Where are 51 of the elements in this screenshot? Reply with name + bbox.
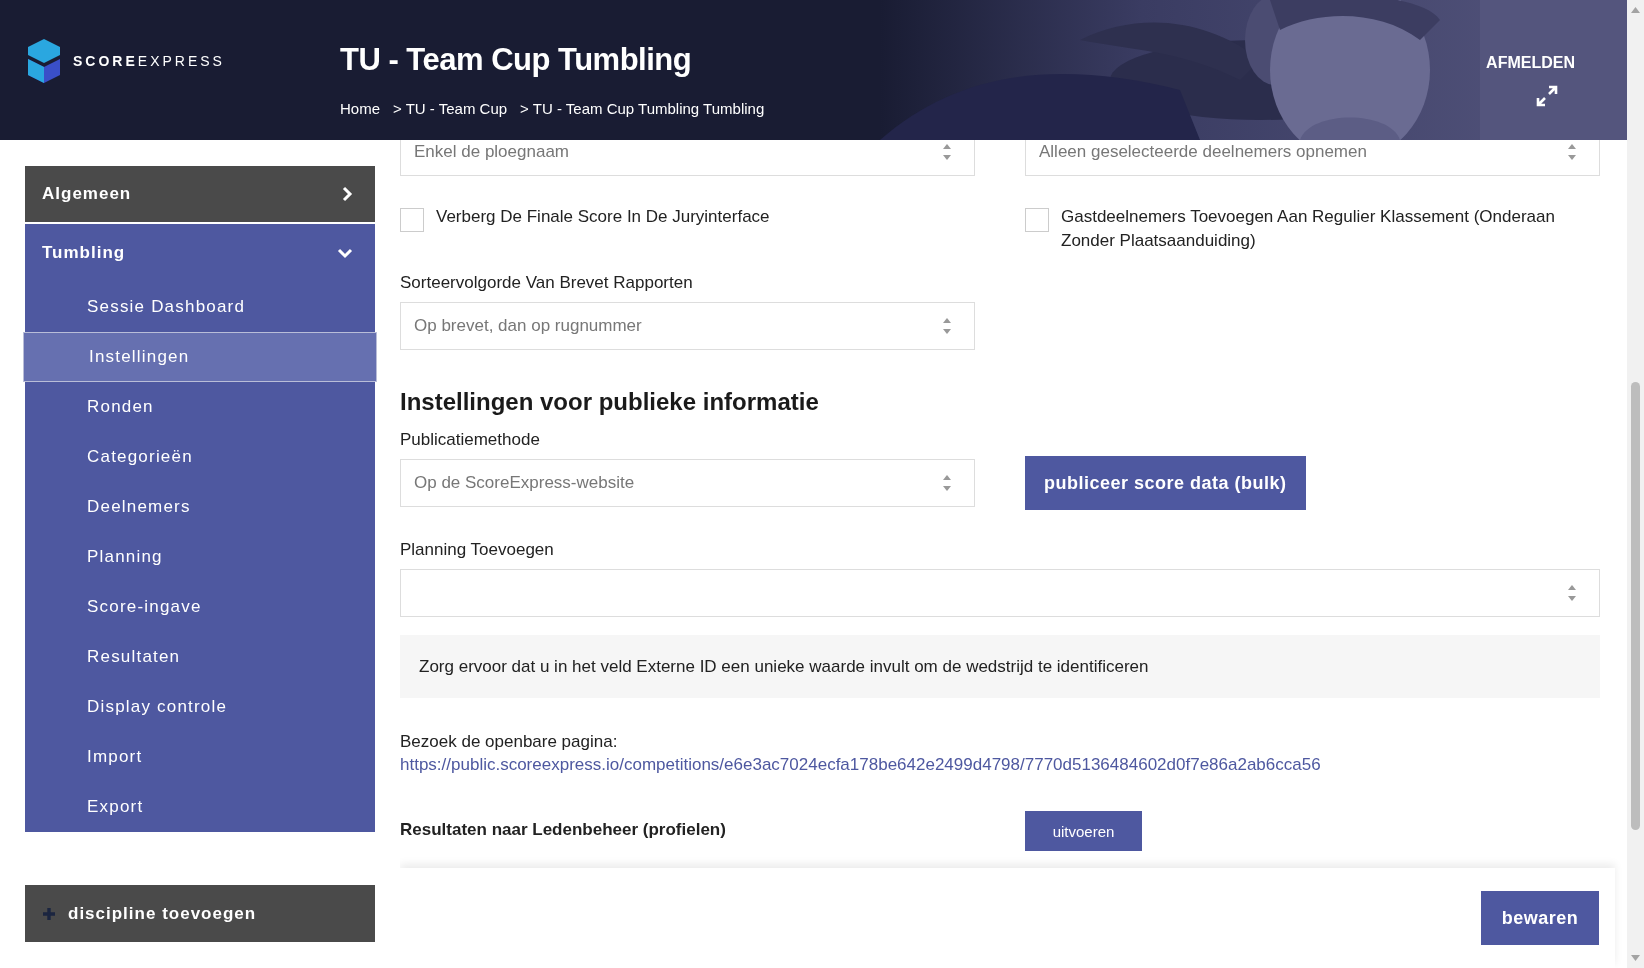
run-button[interactable]: uitvoeren	[1025, 811, 1142, 851]
page-title: TU - Team Cup Tumbling	[340, 42, 693, 78]
info-notice: Zorg ervoor dat u in het veld Externe ID een unieke waarde invult om de wedstrijd te identificeren	[400, 635, 1600, 698]
sidebar-item[interactable]: Deelnemers	[25, 482, 375, 532]
sidebar-item[interactable]: Categorieën	[25, 432, 375, 482]
checkbox[interactable]	[1025, 208, 1049, 232]
checkbox-label: Verberg De Finale Score In De Juryinterface	[436, 206, 770, 228]
expand-icon[interactable]	[1535, 84, 1559, 108]
section-heading: Instellingen voor publieke informatie	[400, 388, 820, 416]
sidebar-section[interactable]: Algemeen	[25, 166, 375, 224]
breadcrumb-link[interactable]: Home	[340, 100, 380, 117]
public-page-link[interactable]: https://public.scoreexpress.io/competitions/e6e3ac7024ecfa178be642e2499d4798/7770d5136484602d0f7e86a2ab6cca56	[400, 755, 1600, 775]
scroll-up-icon[interactable]	[1630, 6, 1641, 14]
sort-arrows-icon	[1567, 143, 1577, 161]
sort-arrows-icon	[942, 474, 952, 492]
action-label: Resultaten naar Ledenbeheer (profielen)	[400, 820, 727, 840]
sort-arrows-icon	[942, 143, 952, 161]
sidebar-section[interactable]: Tumbling	[25, 224, 375, 282]
sidebar-item[interactable]: Instellingen	[23, 332, 377, 382]
select-field[interactable]: Op de ScoreExpress-website	[400, 459, 975, 507]
checkbox[interactable]	[400, 208, 424, 232]
add-discipline-button[interactable]: discipline toevoegen	[25, 885, 375, 942]
logout-link[interactable]: AFMELDEN	[1486, 54, 1575, 72]
save-button[interactable]: bewaren	[1481, 891, 1599, 945]
publish-button[interactable]: publiceer score data (bulk)	[1025, 456, 1306, 510]
logo-icon	[25, 37, 63, 85]
field-label: Planning Toevoegen	[400, 540, 555, 560]
sidebar-item[interactable]: Resultaten	[25, 632, 375, 682]
scrollbar-thumb[interactable]	[1631, 382, 1640, 830]
plus-icon	[42, 906, 56, 921]
breadcrumb-link[interactable]: > TU - Team Cup Tumbling Tumbling	[520, 100, 765, 117]
select-field[interactable]: Alleen geselecteerde deelnemers opnemen	[1025, 140, 1600, 176]
select-field[interactable]: Enkel de ploegnaam	[400, 140, 975, 176]
sort-arrows-icon	[1567, 584, 1577, 602]
sidebar-item[interactable]: Import	[25, 732, 375, 782]
select-field[interactable]	[400, 569, 1600, 617]
brand-name: SCORE EXPRESS	[73, 53, 225, 69]
checkbox-label: Gastdeelnemers Toevoegen Aan Regulier Klassement (Onderaan Zonder Plaatsaanduiding)	[1061, 206, 1556, 252]
sidebar-item[interactable]: Ronden	[25, 382, 375, 432]
sidebar-item[interactable]: Planning	[25, 532, 375, 582]
sidebar-item[interactable]: Score-ingave	[25, 582, 375, 632]
scroll-down-icon[interactable]	[1630, 954, 1641, 962]
breadcrumb-link[interactable]: > TU - Team Cup	[393, 100, 508, 117]
select-field[interactable]: Op brevet, dan op rugnummer	[400, 302, 975, 350]
sort-arrows-icon	[942, 317, 952, 335]
sidebar-item[interactable]: Sessie Dashboard	[25, 282, 375, 332]
visit-label: Bezoek de openbare pagina:	[400, 732, 619, 752]
sidebar-item[interactable]: Display controle	[25, 682, 375, 732]
sidebar-item[interactable]: Export	[25, 782, 375, 832]
field-label: Publicatiemethode	[400, 430, 541, 450]
field-label: Sorteervolgorde Van Brevet Rapporten	[400, 273, 694, 293]
